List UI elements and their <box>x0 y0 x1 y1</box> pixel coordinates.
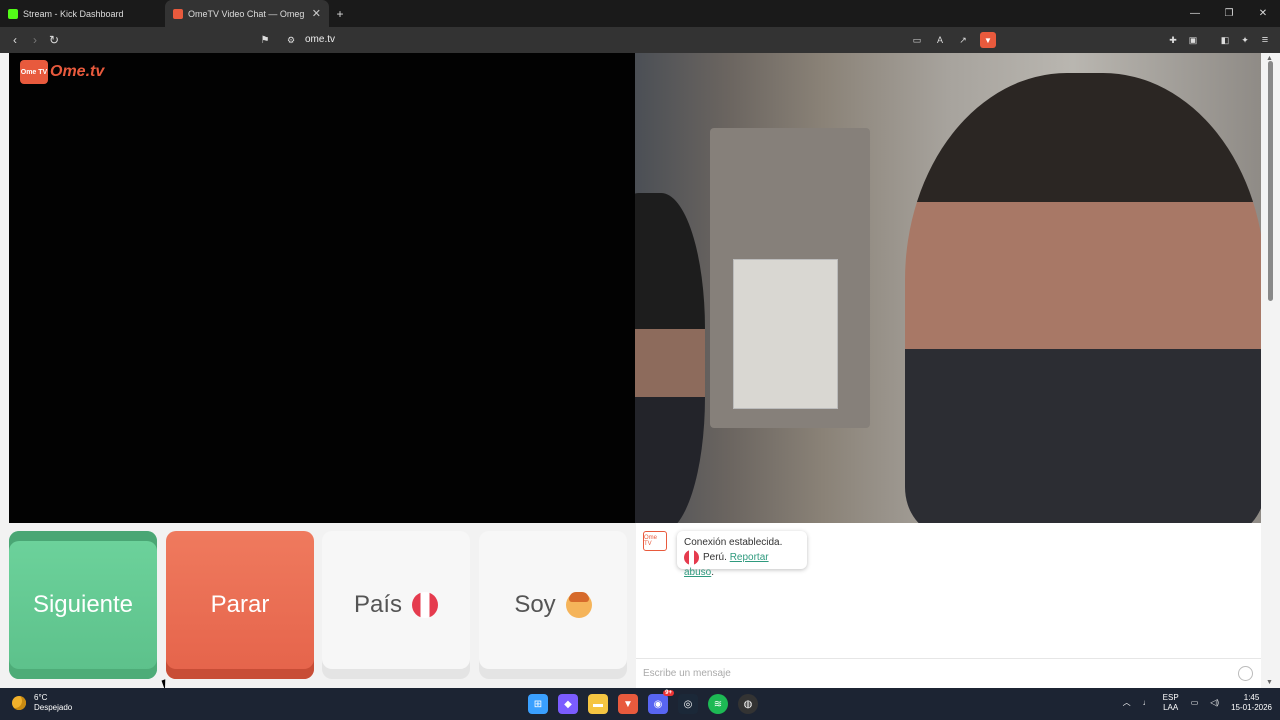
gender-label: Soy <box>514 591 556 618</box>
tab-title: Stream - Kick Dashboard <box>23 8 124 19</box>
translate-icon[interactable]: A <box>933 32 947 48</box>
stop-button[interactable]: Parar <box>166 531 314 679</box>
video-person-left <box>635 193 705 523</box>
sidebar-icon[interactable]: ◧ <box>1218 32 1232 48</box>
microphone-icon[interactable]: ♩ <box>1143 698 1151 708</box>
system-tray: ︿ ♩ ESP LAA ▭ ◁) 1:45 15-01-2026 <box>1123 693 1272 713</box>
new-tab-button[interactable]: + <box>329 0 351 27</box>
connection-status: Conexión establecida. <box>684 537 783 548</box>
taskbar-apps: ⊞ ◆ ▬ ▼ ◉ 9+ ◎ ≋ ◍ <box>528 690 758 714</box>
browser-tab-bar: Stream - Kick Dashboard OmeTV Video Chat… <box>0 0 1280 27</box>
next-button[interactable]: Siguiente <box>9 531 157 679</box>
language-code: ESP <box>1162 693 1179 702</box>
spotify-icon[interactable]: ≋ <box>708 694 728 714</box>
ometv-page: Ome TV Ome.tv Siguiente Parar País Soy O… <box>0 53 1280 688</box>
address-bar: ‹ › ↻ ⚑ ⚙ ome.tv ▭ A ↗ ▼ ✚ ▣ ◧ ✦ ≡ <box>0 27 1280 53</box>
window-controls: — ❐ ✕ <box>1178 0 1280 27</box>
language-indicator[interactable]: ESP LAA <box>1163 693 1179 713</box>
moon-icon <box>12 696 26 710</box>
restore-button[interactable]: ❐ <box>1212 0 1246 27</box>
own-video <box>9 53 635 523</box>
minimize-button[interactable]: — <box>1178 0 1212 27</box>
share-icon[interactable]: ↗ <box>956 32 970 48</box>
scrollbar-thumb[interactable] <box>1268 61 1273 301</box>
close-tab-icon[interactable]: ✕ <box>312 7 321 20</box>
tab-ometv[interactable]: OmeTV Video Chat — Omeg ✕ <box>165 0 329 27</box>
country-button[interactable]: País <box>322 531 470 679</box>
ometv-icon <box>173 8 183 19</box>
clock-date: 15-01-2026 <box>1231 703 1272 712</box>
brave-shield-icon[interactable]: ▼ <box>980 32 996 48</box>
ometv-logo-badge: Ome TV <box>20 60 48 84</box>
clock[interactable]: 1:45 15-01-2026 <box>1231 693 1272 713</box>
back-icon[interactable]: ‹ <box>8 32 22 48</box>
page-scrollbar[interactable]: ▲ ▼ <box>1261 53 1280 688</box>
discord-badge: 9+ <box>663 690 674 696</box>
extensions-icon[interactable]: ✚ <box>1166 32 1180 48</box>
scroll-down-icon[interactable]: ▼ <box>1266 679 1273 686</box>
weather-widget[interactable]: 6°C Despejado <box>12 693 72 713</box>
bookmark-icon[interactable]: ⚑ <box>258 32 272 48</box>
temperature: 6°C <box>34 693 48 702</box>
clock-time: 1:45 <box>1243 693 1260 702</box>
tab-kick-dashboard[interactable]: Stream - Kick Dashboard <box>0 0 165 27</box>
keyboard-layout: LAA <box>1163 703 1179 712</box>
message-placeholder: Escribe un mensaje <box>643 668 731 679</box>
windows-taskbar: 6°C Despejado ⊞ ◆ ▬ ▼ ◉ 9+ ◎ ≋ ◍ ︿ ♩ ESP … <box>0 688 1280 720</box>
report-suffix: . <box>711 567 715 579</box>
ometv-logo-text: Ome.tv <box>50 63 105 80</box>
url-field[interactable]: ome.tv <box>305 34 335 45</box>
copilot-icon[interactable]: ◆ <box>558 694 578 714</box>
emoji-icon[interactable] <box>1238 666 1253 681</box>
volume-icon[interactable]: ◁) <box>1210 698 1219 708</box>
country-label: País <box>353 591 403 618</box>
gender-button[interactable]: Soy <box>479 531 627 679</box>
tab-title: OmeTV Video Chat — Omeg <box>188 8 305 19</box>
ometv-chat-icon: Ome TV <box>643 531 667 551</box>
close-window-button[interactable]: ✕ <box>1246 0 1280 27</box>
steam-icon[interactable]: ◎ <box>678 694 698 714</box>
message-input[interactable]: Escribe un mensaje <box>636 658 1261 688</box>
forward-icon[interactable]: › <box>28 32 42 48</box>
reload-icon[interactable]: ↻ <box>47 32 61 48</box>
kick-icon <box>8 8 18 19</box>
cast-icon[interactable]: ▭ <box>910 32 924 48</box>
file-explorer-icon[interactable]: ▬ <box>588 694 608 714</box>
menu-icon[interactable]: ≡ <box>1258 32 1272 48</box>
wallet-icon[interactable]: ▣ <box>1186 32 1200 48</box>
ometv-logo[interactable]: Ome TV Ome.tv <box>20 60 104 84</box>
windows-start-icon[interactable]: ⊞ <box>528 694 548 714</box>
boy-emoji-icon <box>565 592 592 618</box>
stranger-country: Perú. <box>703 552 727 564</box>
brave-browser-icon[interactable]: ▼ <box>618 694 638 714</box>
site-info-icon[interactable]: ⚙ <box>284 32 298 48</box>
stranger-country-line: Perú. Reportar abuso. <box>684 550 800 580</box>
discord-icon[interactable]: ◉ 9+ <box>648 690 674 714</box>
video-background-poster <box>733 259 838 409</box>
weather-condition: Despejado <box>34 703 73 712</box>
obs-icon[interactable]: ◍ <box>738 694 758 714</box>
leo-ai-icon[interactable]: ✦ <box>1238 32 1252 48</box>
system-message: Conexión establecida. Perú. Reportar abu… <box>677 531 807 578</box>
chat-panel: Ome TV Conexión establecida. Perú. Repor… <box>636 523 1261 688</box>
peru-flag-icon <box>684 550 699 565</box>
tray-overflow-icon[interactable]: ︿ <box>1123 698 1131 708</box>
peru-flag-icon <box>412 592 439 618</box>
network-icon[interactable]: ▭ <box>1191 698 1199 708</box>
stranger-video <box>635 53 1261 523</box>
video-person-right <box>905 73 1261 523</box>
